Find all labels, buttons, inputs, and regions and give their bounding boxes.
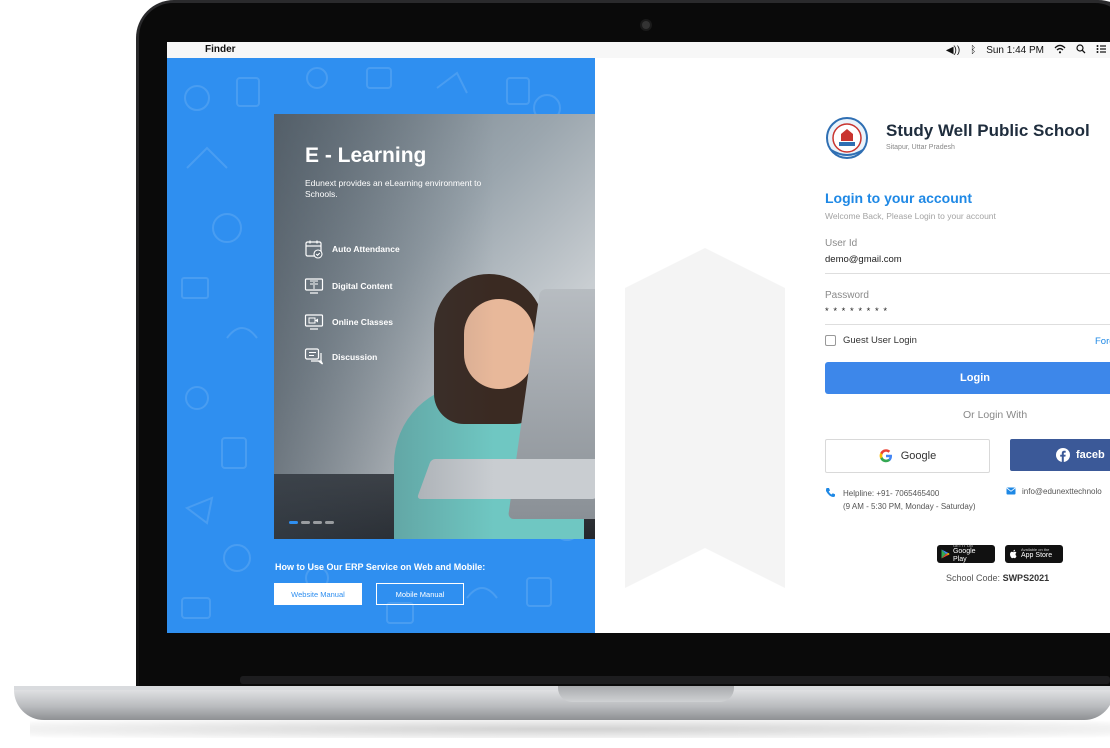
laptop-notch: [558, 686, 734, 702]
feature-label: Auto Attendance: [332, 244, 400, 254]
google-label: Google: [900, 450, 937, 462]
login-title: Login to your account: [825, 190, 972, 206]
feature-label: Digital Content: [332, 281, 393, 291]
feature-label: Online Classes: [332, 317, 393, 327]
password-label: Password: [825, 290, 869, 301]
login-button[interactable]: Login: [825, 362, 1110, 394]
video-screen-icon: [304, 314, 324, 330]
carousel-dot[interactable]: [289, 521, 298, 524]
apple-logo-icon: [1010, 549, 1017, 559]
feature-discussion: Discussion: [304, 347, 377, 367]
guest-login-checkbox[interactable]: [825, 335, 836, 346]
promo-panel: E - Learning Edunext provides an eLearni…: [167, 58, 595, 633]
school-logo: [826, 117, 868, 159]
school-code-value: SWPS2021: [1002, 573, 1050, 583]
app-menu-finder[interactable]: Finder: [205, 44, 236, 55]
school-code: School Code: SWPS2021: [946, 573, 1049, 583]
google-play-text: Google Play: [952, 548, 976, 563]
app-store-badge[interactable]: Available on the App Store: [1005, 545, 1063, 563]
user-id-underline: [825, 273, 1110, 274]
guest-login-label[interactable]: Guest User Login: [843, 335, 917, 346]
password-underline: [825, 324, 1110, 325]
login-subtitle: Welcome Back, Please Login to your accou…: [825, 211, 996, 221]
hero-image-card: E - Learning Edunext provides an eLearni…: [274, 114, 595, 539]
feature-online-classes: Online Classes: [304, 312, 393, 332]
email-link[interactable]: info@edunexttechnolo: [1022, 487, 1102, 496]
email-info: info@edunexttechnolo: [1006, 487, 1102, 496]
user-id-label: User Id: [825, 238, 858, 249]
helpline-info: Helpline: +91- 7065465400 (9 AM - 5:30 P…: [825, 487, 976, 513]
helpline-hours: (9 AM - 5:30 PM, Monday - Saturday): [843, 502, 976, 511]
carousel-dot[interactable]: [325, 521, 334, 524]
user-id-input[interactable]: [825, 254, 1110, 265]
volume-icon[interactable]: ◀)): [946, 45, 960, 56]
spotlight-search-icon[interactable]: [1076, 44, 1086, 57]
school-location: Sitapur, Uttar Pradesh: [886, 144, 955, 151]
chat-icon: [304, 348, 324, 365]
bluetooth-icon[interactable]: ᛒ: [970, 45, 976, 56]
book-watermark: [625, 248, 785, 588]
book-screen-icon: [304, 278, 324, 294]
calendar-check-icon: [305, 240, 323, 259]
laptop-shadow: [30, 720, 1110, 738]
facebook-icon: [1056, 448, 1070, 462]
app-store-text: App Store: [1021, 552, 1053, 559]
carousel-dot[interactable]: [301, 521, 310, 524]
facebook-label: faceb: [1076, 449, 1105, 461]
menu-bar: Finder ◀)) ᛒ Sun 1:44 PM: [167, 42, 1110, 59]
google-icon: [879, 449, 892, 463]
helpline-prefix: Helpline:: [843, 489, 875, 498]
carousel-indicator: [289, 521, 334, 524]
webcam: [642, 21, 650, 29]
school-name: Study Well Public School: [886, 121, 1090, 140]
helpline-number[interactable]: +91- 7065465400: [876, 489, 939, 498]
facebook-login-button[interactable]: faceb: [1010, 439, 1110, 471]
clock[interactable]: Sun 1:44 PM: [986, 45, 1044, 56]
laptop-hinge: [240, 676, 1110, 684]
login-panel: Study Well Public School Sitapur, Uttar …: [595, 58, 1110, 633]
phone-icon: [825, 488, 835, 497]
google-play-icon: [941, 549, 950, 559]
mobile-manual-button[interactable]: Mobile Manual: [376, 583, 464, 605]
google-play-badge[interactable]: GET IT ON Google Play: [937, 544, 995, 563]
menu-bar-status: ◀)) ᛒ Sun 1:44 PM: [946, 44, 1106, 57]
mail-icon: [1006, 487, 1016, 495]
laptop-screen: Finder ◀)) ᛒ Sun 1:44 PM E - Learning Ed…: [167, 42, 1110, 633]
guest-login-row: Guest User Login: [825, 335, 917, 346]
feature-digital-content: Digital Content: [304, 276, 392, 296]
wifi-icon[interactable]: [1054, 44, 1066, 57]
carousel-dot[interactable]: [313, 521, 322, 524]
feature-label: Discussion: [332, 352, 378, 362]
hero-title: E - Learning: [305, 144, 427, 167]
hero-description: Edunext provides an eLearning environmen…: [305, 178, 482, 199]
forgot-password-link[interactable]: Forg: [1095, 336, 1110, 347]
google-login-button[interactable]: Google: [825, 439, 990, 473]
notification-center-icon[interactable]: [1096, 44, 1106, 57]
school-code-label: School Code:: [946, 573, 1001, 583]
password-input[interactable]: * * * * * * * *: [825, 306, 1110, 317]
website-manual-button[interactable]: Website Manual: [274, 583, 362, 605]
or-login-with-text: Or Login With: [963, 409, 1028, 421]
feature-auto-attendance: Auto Attendance: [304, 239, 400, 259]
erp-heading: How to Use Our ERP Service on Web and Mo…: [275, 562, 486, 572]
